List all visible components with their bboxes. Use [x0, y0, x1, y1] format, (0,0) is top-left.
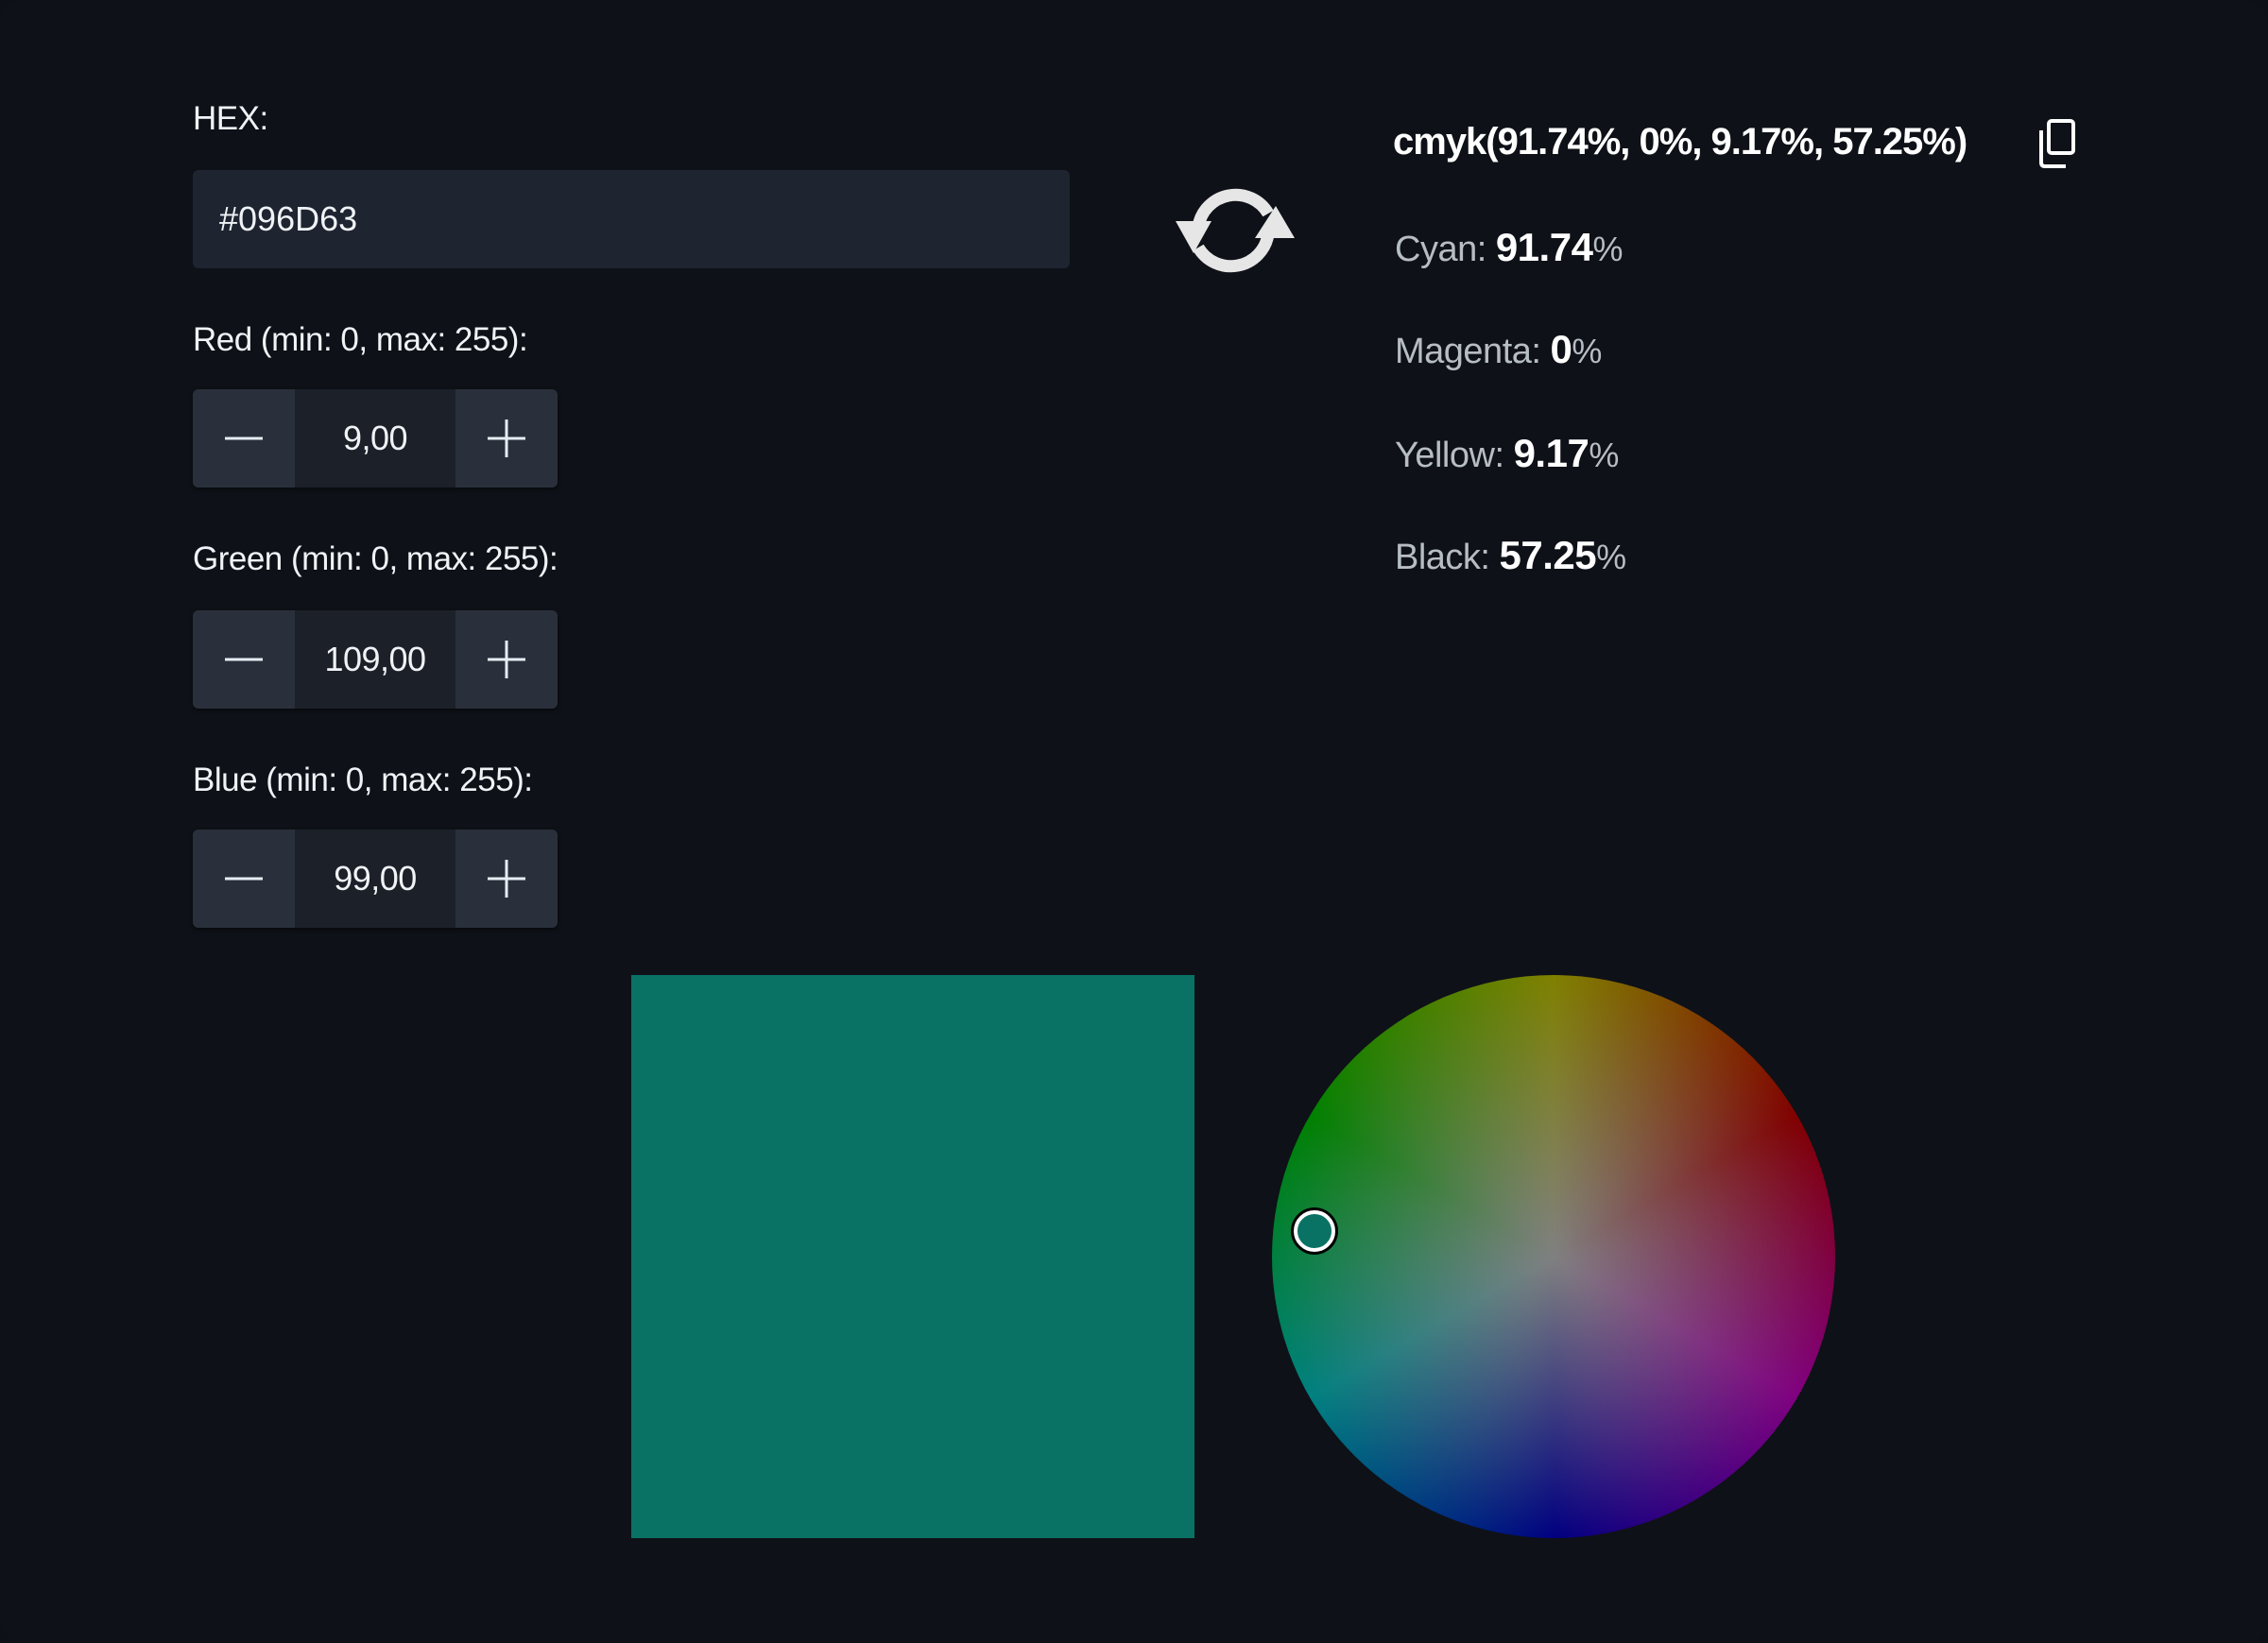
plus-icon	[488, 860, 525, 898]
magenta-row: Magenta: 0%	[1395, 327, 1602, 372]
red-decrement-button[interactable]	[193, 389, 295, 488]
sync-button[interactable]	[1162, 172, 1304, 285]
green-decrement-button[interactable]	[193, 610, 295, 709]
yellow-label: Yellow:	[1395, 436, 1514, 475]
minus-icon	[225, 658, 263, 661]
color-wheel[interactable]	[1272, 975, 1835, 1538]
red-label: Red (min: 0, max: 255):	[193, 321, 528, 358]
sync-arrows-icon	[1176, 188, 1295, 273]
red-stepper: 9,00	[193, 389, 558, 488]
yellow-unit: %	[1589, 436, 1619, 474]
cyan-label: Cyan:	[1395, 230, 1496, 269]
black-label: Black:	[1395, 538, 1500, 577]
magenta-unit: %	[1572, 332, 1602, 370]
green-value[interactable]: 109,00	[295, 610, 455, 709]
magenta-value: 0	[1550, 327, 1572, 371]
red-increment-button[interactable]	[455, 389, 558, 488]
black-row: Black: 57.25%	[1395, 533, 1626, 578]
yellow-value: 9.17	[1513, 431, 1589, 475]
black-value: 57.25	[1499, 533, 1597, 577]
blue-increment-button[interactable]	[455, 830, 558, 928]
black-unit: %	[1596, 538, 1626, 576]
copy-icon	[2039, 119, 2075, 168]
cyan-row: Cyan: 91.74%	[1395, 225, 1623, 270]
color-converter: HEX: Red (min: 0, max: 255): 9,00 Green …	[0, 0, 2268, 1643]
blue-label: Blue (min: 0, max: 255):	[193, 762, 533, 798]
green-label: Green (min: 0, max: 255):	[193, 540, 558, 577]
magenta-label: Magenta:	[1395, 332, 1551, 371]
green-increment-button[interactable]	[455, 610, 558, 709]
hex-label: HEX:	[193, 100, 268, 137]
blue-value[interactable]: 99,00	[295, 830, 455, 928]
cyan-value: 91.74	[1495, 225, 1593, 269]
yellow-row: Yellow: 9.17%	[1395, 431, 1619, 476]
plus-icon	[488, 419, 525, 457]
color-preview-swatch	[631, 975, 1194, 1538]
blue-stepper: 99,00	[193, 830, 558, 928]
minus-icon	[225, 436, 263, 440]
minus-icon	[225, 877, 263, 881]
red-value[interactable]: 9,00	[295, 389, 455, 488]
green-stepper: 109,00	[193, 610, 558, 709]
copy-button[interactable]	[2034, 117, 2081, 170]
color-wheel-handle[interactable]	[1294, 1210, 1335, 1252]
plus-icon	[488, 641, 525, 678]
cyan-unit: %	[1592, 230, 1623, 268]
blue-decrement-button[interactable]	[193, 830, 295, 928]
cmyk-string: cmyk(91.74%, 0%, 9.17%, 57.25%)	[1393, 121, 1967, 163]
hex-input[interactable]	[193, 170, 1070, 268]
